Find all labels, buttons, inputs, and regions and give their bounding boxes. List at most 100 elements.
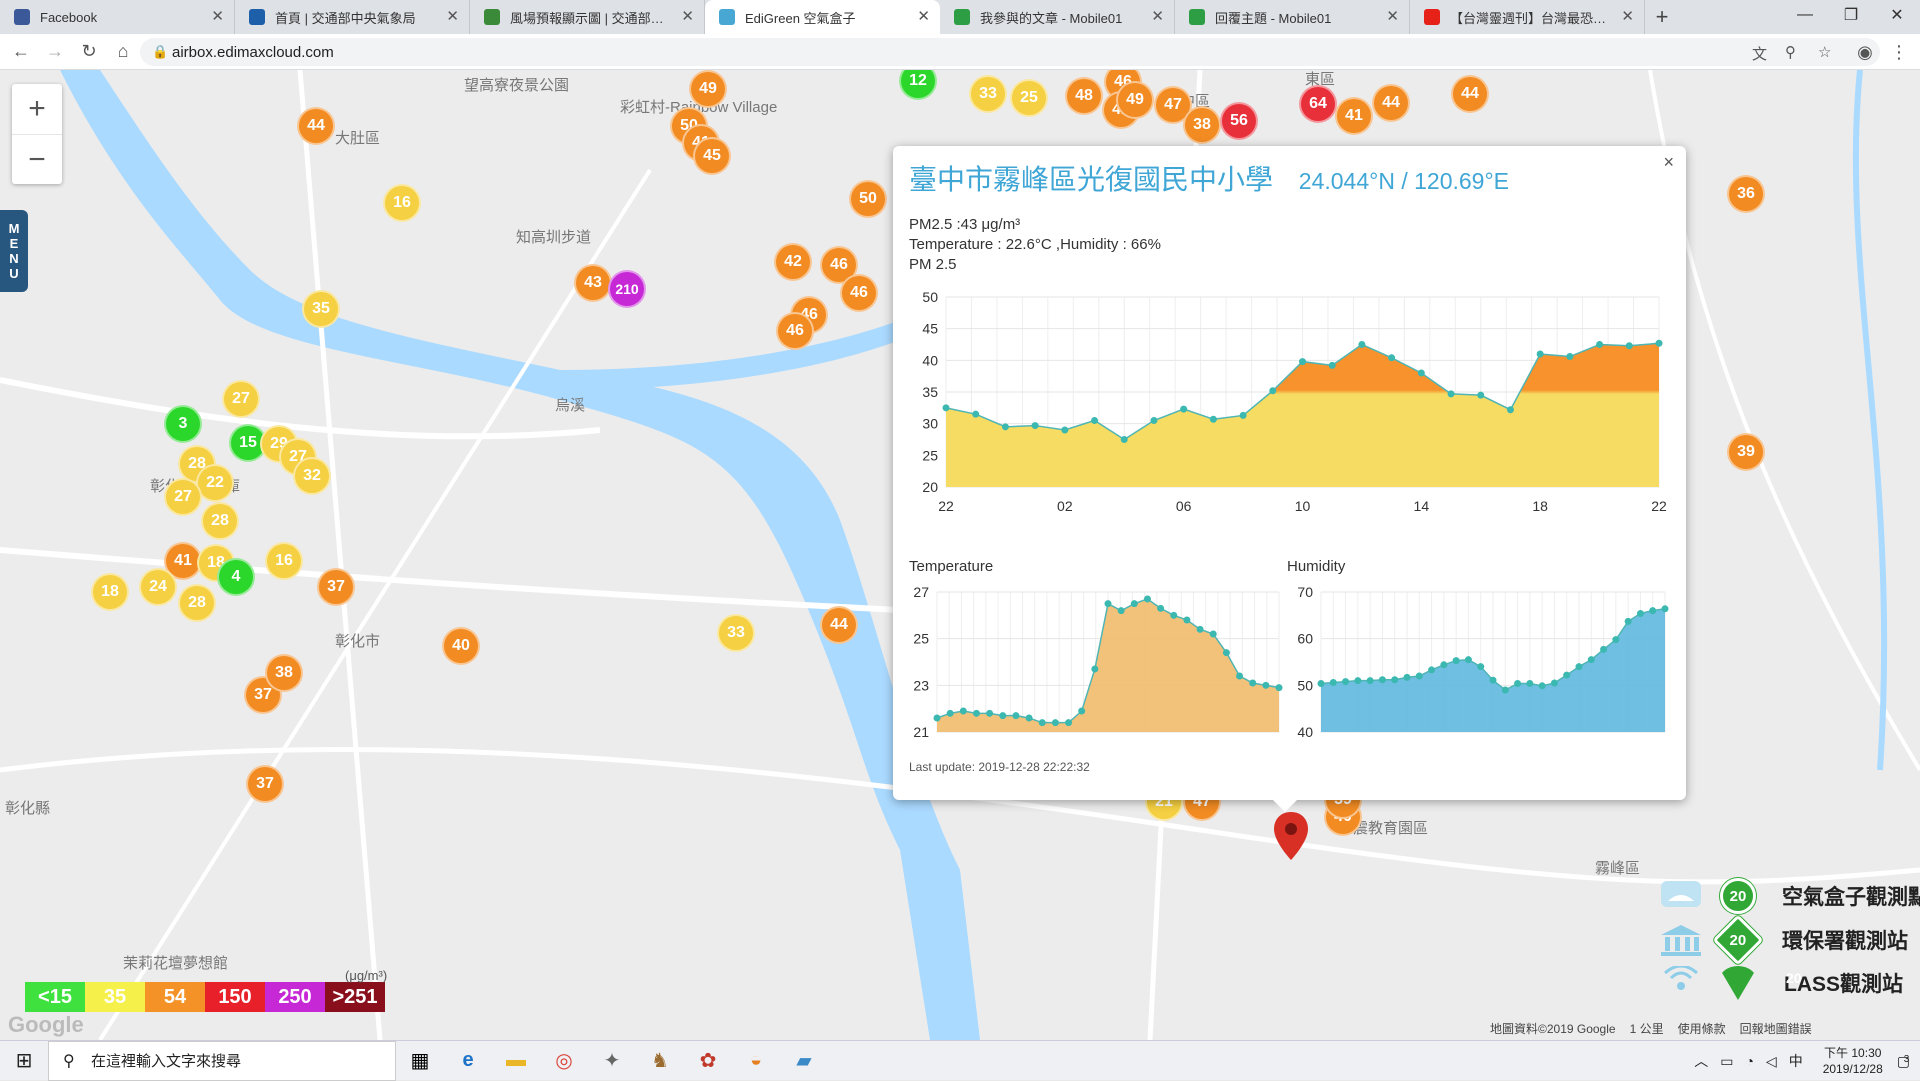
taskbar-search[interactable]: ⚲ 在這裡輸入文字來搜尋 xyxy=(48,1040,396,1081)
aqi-marker[interactable]: 16 xyxy=(383,184,421,222)
compass-app-icon[interactable]: ✦ xyxy=(588,1041,636,1081)
aqi-marker[interactable]: 44 xyxy=(297,107,335,145)
aqi-marker[interactable]: 41 xyxy=(1335,97,1373,135)
wifi-icon[interactable]: ◔ xyxy=(1745,1053,1753,1069)
browser-tab[interactable]: 我參與的文章 - Mobile01 ✕ xyxy=(940,0,1175,34)
data-point xyxy=(972,709,980,717)
aqi-marker[interactable]: 16 xyxy=(265,542,303,580)
browser-tab[interactable]: 回覆主題 - Mobile01 ✕ xyxy=(1175,0,1410,34)
volume-icon[interactable]: ◁ xyxy=(1766,1053,1777,1070)
aqi-marker[interactable]: 18 xyxy=(91,573,129,611)
tab-close-icon[interactable]: ✕ xyxy=(681,7,694,25)
tray-chevron-icon[interactable]: ︿ xyxy=(1694,1051,1708,1071)
aqi-marker[interactable]: 39 xyxy=(1727,433,1765,471)
home-button[interactable]: ⌂ xyxy=(106,35,140,69)
aqi-marker[interactable]: 37 xyxy=(246,765,284,803)
start-button[interactable]: ⊞ xyxy=(0,1041,48,1081)
aqi-marker[interactable]: 38 xyxy=(265,654,303,692)
data-point xyxy=(1329,679,1337,687)
data-point xyxy=(933,714,941,722)
aqi-marker[interactable]: 49 xyxy=(689,70,727,108)
browser-tab[interactable]: Facebook ✕ xyxy=(0,0,235,34)
aqi-marker[interactable]: 46 xyxy=(776,312,814,350)
legend-epa-badge: 20 xyxy=(1712,914,1764,966)
aqi-marker[interactable]: 33 xyxy=(717,614,755,652)
aqi-marker[interactable]: 40 xyxy=(442,627,480,665)
file-explorer-icon[interactable]: ▬ xyxy=(492,1041,540,1081)
aqi-marker[interactable]: 28 xyxy=(178,584,216,622)
tab-close-icon[interactable]: ✕ xyxy=(211,7,224,25)
aqi-marker[interactable]: 56 xyxy=(1220,102,1258,140)
tab-close-icon[interactable]: ✕ xyxy=(917,7,930,25)
profile-icon[interactable]: ◉ xyxy=(1848,35,1882,69)
tab-close-icon[interactable]: ✕ xyxy=(1386,7,1399,25)
aqi-marker[interactable]: 44 xyxy=(1372,84,1410,122)
browser-menu-icon[interactable]: ⋮ xyxy=(1882,35,1916,69)
aqi-marker[interactable]: 3 xyxy=(164,405,202,443)
aqi-marker[interactable]: 33 xyxy=(969,75,1007,113)
tab-close-icon[interactable]: ✕ xyxy=(446,7,459,25)
aqi-marker[interactable]: 43 xyxy=(574,264,612,302)
back-button[interactable]: ← xyxy=(4,35,38,69)
app-icon[interactable]: ▰ xyxy=(780,1041,828,1081)
map[interactable]: 望高寮夜景公園 大肚區 彩虹村-Rainbow Village 知高圳步道 中區 東區 彰化… xyxy=(0,70,1920,1040)
browser-tab[interactable]: 風場預報顯示圖 | 交通部中央氣象局 ✕ xyxy=(470,0,705,34)
aqi-marker[interactable]: 32 xyxy=(293,457,331,495)
menu-tab[interactable]: M E N U xyxy=(0,210,28,292)
aqi-marker[interactable]: 27 xyxy=(164,478,202,516)
aqi-marker[interactable]: 37 xyxy=(317,568,355,606)
taskbar: ⊞ ⚲ 在這裡輸入文字來搜尋 ▦ e ▬ ◎ ✦ ♞ ✿ ◒ ▰ ︿ ▭ ◔ ◁… xyxy=(0,1040,1920,1081)
aqi-marker[interactable]: 64 xyxy=(1299,85,1337,123)
browser-tab[interactable]: 首頁 | 交通部中央氣象局 ✕ xyxy=(235,0,470,34)
aqi-marker[interactable]: 46 xyxy=(840,274,878,312)
aqi-marker[interactable]: 49 xyxy=(1116,81,1154,119)
battery-icon[interactable]: ▭ xyxy=(1720,1053,1733,1070)
edge-icon[interactable]: e xyxy=(444,1041,492,1081)
ime-indicator[interactable]: 中 xyxy=(1789,1051,1803,1071)
aqi-marker[interactable]: 50 xyxy=(849,180,887,218)
chrome-icon[interactable]: ◎ xyxy=(540,1041,588,1081)
close-window-button[interactable]: ✕ xyxy=(1874,0,1920,30)
report-error-link[interactable]: 回報地圖錯誤 xyxy=(1740,1020,1812,1037)
aqi-marker[interactable]: 36 xyxy=(1727,175,1765,213)
notification-icon[interactable]: ▢ 3 xyxy=(1897,1053,1910,1070)
aqi-marker[interactable]: 28 xyxy=(201,502,239,540)
translate-icon[interactable]: 文 xyxy=(1752,43,1767,64)
maximize-button[interactable]: ❐ xyxy=(1828,0,1874,30)
new-tab-button[interactable]: + xyxy=(1645,0,1679,34)
reload-button[interactable]: ↻ xyxy=(72,35,106,69)
browser-tab[interactable]: EdiGreen 空氣盒子 ✕ xyxy=(705,0,940,34)
aqi-marker[interactable]: 45 xyxy=(693,137,731,175)
station-name: 臺中市霧峰區光復國民中小學 xyxy=(909,164,1274,195)
popup-close-button[interactable]: × xyxy=(1663,152,1674,173)
tab-close-icon[interactable]: ✕ xyxy=(1151,7,1164,25)
zoom-in-button[interactable]: + xyxy=(12,84,62,134)
aqi-marker[interactable]: 35 xyxy=(302,290,340,328)
aqi-marker[interactable]: 48 xyxy=(1065,77,1103,115)
aqi-marker[interactable]: 27 xyxy=(222,380,260,418)
terms-link[interactable]: 使用條款 xyxy=(1678,1020,1726,1037)
app-icon[interactable]: ♞ xyxy=(636,1041,684,1081)
clock[interactable]: 下午 10:30 2019/12/28 xyxy=(1823,1045,1883,1077)
aqi-marker[interactable]: 44 xyxy=(1451,75,1489,113)
bookmark-star-icon[interactable]: ☆ xyxy=(1818,43,1831,61)
app-icon[interactable]: ◒ xyxy=(732,1041,780,1081)
aqi-marker[interactable]: 38 xyxy=(1183,106,1221,144)
map-data-credit: 地圖資料©2019 Google xyxy=(1490,1022,1616,1036)
aqi-marker[interactable]: 25 xyxy=(1010,79,1048,117)
aqi-marker[interactable]: 4 xyxy=(217,558,255,596)
browser-tab[interactable]: 【台灣靈週刊】台灣最恐怖的核廢 ✕ xyxy=(1410,0,1645,34)
aqi-marker[interactable]: 24 xyxy=(139,568,177,606)
zoom-icon[interactable]: ⚲ xyxy=(1785,43,1796,61)
address-bar[interactable]: 🔒 airbox.edimaxcloud.com 文 ⚲ ☆ xyxy=(140,38,1880,66)
app-icon[interactable]: ✿ xyxy=(684,1041,732,1081)
tab-close-icon[interactable]: ✕ xyxy=(1621,7,1634,25)
task-view-icon[interactable]: ▦ xyxy=(396,1041,444,1081)
location-pin-icon[interactable] xyxy=(1274,812,1308,860)
aqi-marker[interactable]: 210 xyxy=(608,270,646,308)
minimize-button[interactable]: — xyxy=(1782,0,1828,30)
aqi-marker[interactable]: 44 xyxy=(820,606,858,644)
forward-button[interactable]: → xyxy=(38,35,72,69)
aqi-marker[interactable]: 42 xyxy=(774,243,812,281)
zoom-out-button[interactable]: − xyxy=(12,134,62,184)
